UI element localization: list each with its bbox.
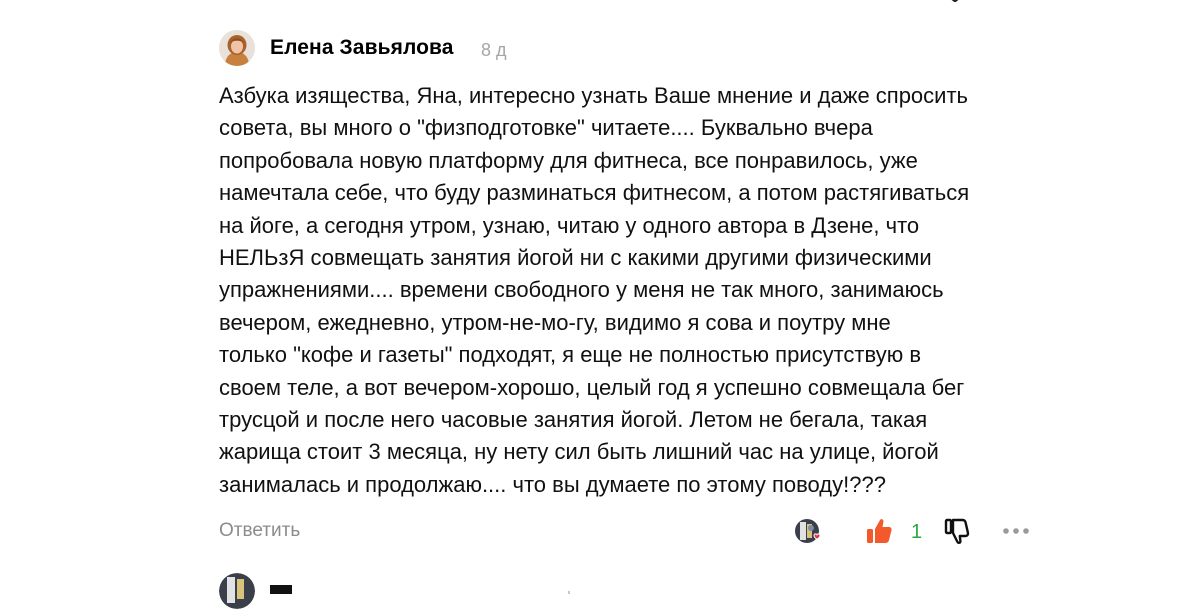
dislike-button[interactable] xyxy=(944,518,970,546)
comment-text: Азбука изящества, Яна, интересно узнать … xyxy=(219,80,1099,501)
thumbs-up-icon xyxy=(867,519,892,543)
comment-text-line: вечером, ежедневно, утром-не-мо-гу, види… xyxy=(219,309,891,335)
user-photo-avatar-icon xyxy=(219,30,255,66)
reactor-avatar[interactable] xyxy=(795,519,821,543)
comment-text-line: трусцой и после него часовые занятия йог… xyxy=(219,407,928,433)
next-comment-author-cropped xyxy=(270,582,570,594)
like-count: 1 xyxy=(911,521,923,543)
author-avatar[interactable] xyxy=(219,30,255,66)
next-comment-avatar[interactable] xyxy=(219,573,255,609)
comment-text-line: на йоге, а сегодня утром, узнаю, читаю у… xyxy=(219,212,920,238)
comment-text-line: занималась и продолжаю.... что вы думает… xyxy=(219,471,886,497)
comment-text-line: совета, вы много о "физподготовке" читае… xyxy=(219,115,873,141)
reactor-avatar-icon xyxy=(795,519,821,543)
comment-text-line: намечтала себе, что буду разминаться фит… xyxy=(219,180,970,206)
reply-button[interactable]: Ответить xyxy=(219,520,300,542)
comment-text-line: НЕЛЬзЯ совмещать занятия йогой ни с каки… xyxy=(219,245,932,271)
like-button[interactable] xyxy=(864,516,894,546)
comment-text-line: попробовала новую платформу для фитнеса,… xyxy=(219,147,918,173)
user-photo-avatar-icon xyxy=(219,573,255,609)
more-options-button[interactable] xyxy=(1002,523,1032,539)
author-name[interactable]: Елена Завьялова xyxy=(270,36,454,60)
thumbs-down-icon xyxy=(944,518,970,545)
comment-timestamp[interactable]: 8 д xyxy=(481,40,507,61)
comment-text-line: жарища стоит 3 месяца, ну нету сил быть … xyxy=(219,439,939,465)
comment-text-line: только "кофе и газеты" подходят, я еще н… xyxy=(219,342,922,368)
comment-text-line: упражнениями.... времени свободного у ме… xyxy=(219,277,944,303)
comment-item: Елена Завьялова 8 д Азбука изящества, Ян… xyxy=(0,0,1200,609)
comment-text-line: Азбука изящества, Яна, интересно узнать … xyxy=(219,83,968,108)
more-dots-icon xyxy=(1003,528,1029,534)
comment-text-line: своем теле, а вот вечером-хорошо, целый … xyxy=(219,374,965,400)
